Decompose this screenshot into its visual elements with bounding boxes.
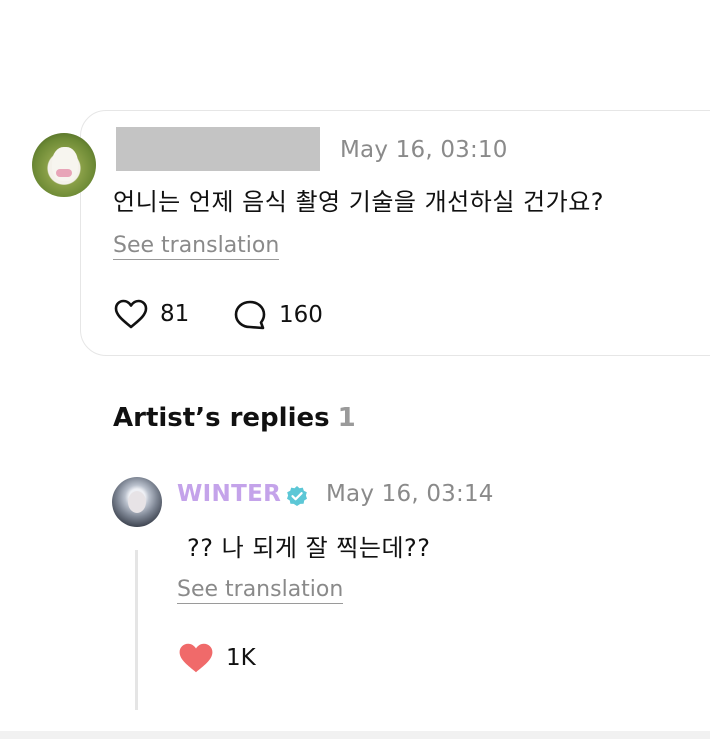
bottom-divider [0,731,710,739]
thread-connector-line [135,550,138,710]
redacted-username [116,127,320,171]
heart-filled-icon [179,643,213,673]
comment-text: 언니는 언제 음식 촬영 기술을 개선하실 건가요? [113,188,605,216]
post-comments-view: May 16, 03:10 언니는 언제 음식 촬영 기술을 개선하실 건가요?… [0,0,710,739]
avatar-dog-bow [56,169,72,177]
like-count: 81 [160,301,190,327]
artist-replies-title: Artist’s replies [113,403,330,433]
reply-like-count: 1K [226,645,256,671]
reply-see-translation-link[interactable]: See translation [177,577,344,604]
reply-count: 160 [279,302,323,328]
comment-timestamp: May 16, 03:10 [340,137,508,163]
reply-like-button[interactable]: 1K [178,642,256,674]
artist-name[interactable]: WINTER [177,481,281,507]
reply-timestamp: May 16, 03:14 [326,481,494,507]
fan-avatar[interactable] [32,133,96,197]
avatar-face-image [128,491,146,513]
verified-badge-icon [287,486,307,506]
artist-replies-heading: Artist’s replies 1 [113,403,356,433]
speech-bubble-icon [234,300,266,330]
heart-outline-icon [114,299,148,329]
see-translation-link[interactable]: See translation [113,233,280,260]
artist-replies-count: 1 [337,403,356,433]
reply-text: ?? 나 되게 잘 찍는데?? [187,534,431,562]
reply-button[interactable]: 160 [233,299,323,331]
like-button[interactable]: 81 [114,299,189,329]
artist-avatar[interactable] [112,477,162,527]
